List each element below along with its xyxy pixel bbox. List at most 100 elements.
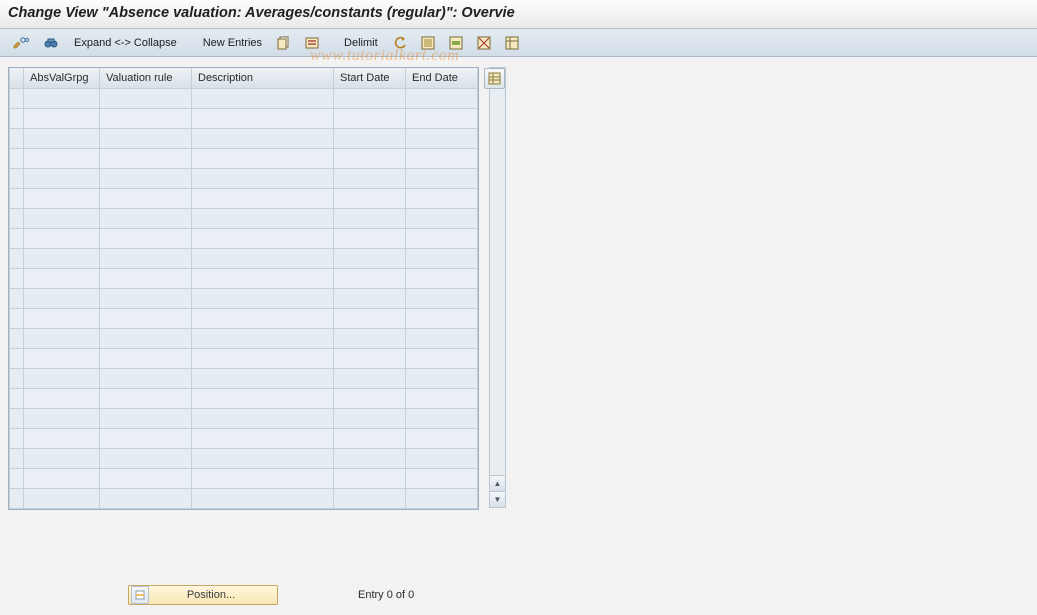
grid-cell[interactable] (24, 168, 100, 188)
row-selector-cell[interactable] (10, 248, 24, 268)
grid-cell[interactable] (100, 108, 192, 128)
grid-cell[interactable] (100, 148, 192, 168)
row-selector-cell[interactable] (10, 88, 24, 108)
new-entries-button[interactable]: New Entries (197, 37, 268, 49)
grid-cell[interactable] (334, 188, 406, 208)
grid-cell[interactable] (192, 228, 334, 248)
grid-cell[interactable] (406, 168, 478, 188)
scroll-down-inner-button[interactable]: ▲ (490, 475, 505, 491)
grid-cell[interactable] (406, 388, 478, 408)
grid-cell[interactable] (192, 268, 334, 288)
scroll-track[interactable] (490, 84, 505, 475)
col-header-end-date[interactable]: End Date (406, 68, 478, 88)
row-selector-cell[interactable] (10, 348, 24, 368)
table-row[interactable] (10, 128, 478, 148)
grid-cell[interactable] (24, 448, 100, 468)
table-settings-button[interactable] (484, 68, 505, 89)
grid-cell[interactable] (334, 148, 406, 168)
find-button[interactable] (38, 33, 64, 53)
grid-cell[interactable] (406, 248, 478, 268)
row-selector-cell[interactable] (10, 408, 24, 428)
grid-cell[interactable] (192, 468, 334, 488)
grid-cell[interactable] (100, 308, 192, 328)
position-button[interactable]: Position... (128, 585, 278, 605)
grid-cell[interactable] (100, 328, 192, 348)
table-row[interactable] (10, 468, 478, 488)
grid-cell[interactable] (406, 108, 478, 128)
table-row[interactable] (10, 208, 478, 228)
grid-cell[interactable] (334, 368, 406, 388)
grid-cell[interactable] (192, 308, 334, 328)
row-selector-cell[interactable] (10, 108, 24, 128)
grid-cell[interactable] (334, 228, 406, 248)
grid-cell[interactable] (192, 188, 334, 208)
configuration-button[interactable] (500, 33, 524, 53)
grid-cell[interactable] (406, 188, 478, 208)
col-header-start-date[interactable]: Start Date (334, 68, 406, 88)
table-row[interactable] (10, 388, 478, 408)
grid-cell[interactable] (334, 388, 406, 408)
grid-cell[interactable] (192, 168, 334, 188)
grid-cell[interactable] (24, 128, 100, 148)
grid-cell[interactable] (100, 248, 192, 268)
grid-cell[interactable] (192, 488, 334, 508)
grid-cell[interactable] (406, 488, 478, 508)
row-selector-cell[interactable] (10, 388, 24, 408)
grid-cell[interactable] (192, 88, 334, 108)
grid-cell[interactable] (334, 108, 406, 128)
row-selector-cell[interactable] (10, 288, 24, 308)
grid-cell[interactable] (192, 248, 334, 268)
grid-cell[interactable] (24, 488, 100, 508)
row-selector-cell[interactable] (10, 448, 24, 468)
grid-cell[interactable] (100, 208, 192, 228)
grid-cell[interactable] (100, 428, 192, 448)
table-row[interactable] (10, 328, 478, 348)
col-header-absvalgrpg[interactable]: AbsValGrpg (24, 68, 100, 88)
grid-cell[interactable] (406, 308, 478, 328)
row-selector-cell[interactable] (10, 308, 24, 328)
grid-cell[interactable] (334, 168, 406, 188)
grid-cell[interactable] (192, 288, 334, 308)
grid-cell[interactable] (406, 288, 478, 308)
grid-cell[interactable] (334, 448, 406, 468)
row-selector-cell[interactable] (10, 268, 24, 288)
col-header-description[interactable]: Description (192, 68, 334, 88)
vertical-scrollbar[interactable]: ▲ ▲ ▼ (489, 67, 506, 508)
grid-cell[interactable] (406, 368, 478, 388)
grid-cell[interactable] (24, 248, 100, 268)
table-row[interactable] (10, 428, 478, 448)
undo-button[interactable] (388, 33, 412, 53)
table-row[interactable] (10, 448, 478, 468)
grid-cell[interactable] (100, 368, 192, 388)
grid-cell[interactable] (334, 468, 406, 488)
grid-cell[interactable] (406, 88, 478, 108)
row-selector-header[interactable] (10, 68, 24, 88)
grid-cell[interactable] (334, 288, 406, 308)
grid-cell[interactable] (406, 208, 478, 228)
row-selector-cell[interactable] (10, 468, 24, 488)
table-row[interactable] (10, 88, 478, 108)
delete-button[interactable] (300, 33, 324, 53)
table-row[interactable] (10, 108, 478, 128)
grid-cell[interactable] (334, 208, 406, 228)
row-selector-cell[interactable] (10, 148, 24, 168)
row-selector-cell[interactable] (10, 168, 24, 188)
grid-cell[interactable] (24, 208, 100, 228)
grid-cell[interactable] (192, 428, 334, 448)
grid-cell[interactable] (334, 308, 406, 328)
row-selector-cell[interactable] (10, 208, 24, 228)
grid-cell[interactable] (100, 128, 192, 148)
table-row[interactable] (10, 488, 478, 508)
copy-as-button[interactable] (272, 33, 296, 53)
select-all-button[interactable] (416, 33, 440, 53)
grid-cell[interactable] (334, 248, 406, 268)
grid-cell[interactable] (24, 148, 100, 168)
grid-cell[interactable] (24, 408, 100, 428)
grid-cell[interactable] (406, 348, 478, 368)
grid-cell[interactable] (406, 128, 478, 148)
table-row[interactable] (10, 308, 478, 328)
grid-cell[interactable] (192, 208, 334, 228)
grid-cell[interactable] (406, 468, 478, 488)
grid-cell[interactable] (192, 348, 334, 368)
grid-cell[interactable] (100, 168, 192, 188)
